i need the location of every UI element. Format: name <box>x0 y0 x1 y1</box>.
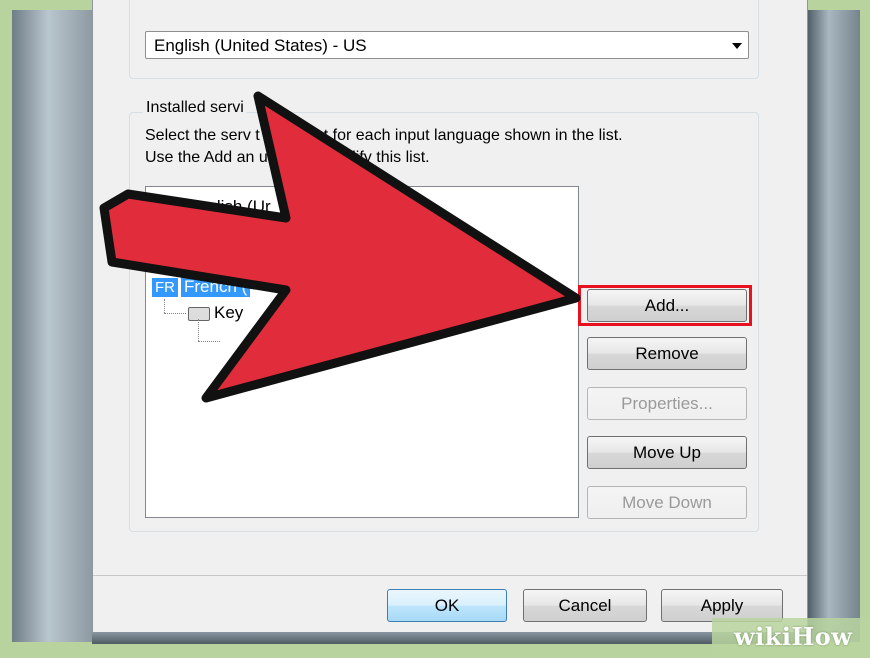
pointer-arrow-overlay <box>99 91 581 403</box>
wikihow-watermark: wikiHow <box>734 622 853 651</box>
red-arrow-icon <box>99 91 581 403</box>
